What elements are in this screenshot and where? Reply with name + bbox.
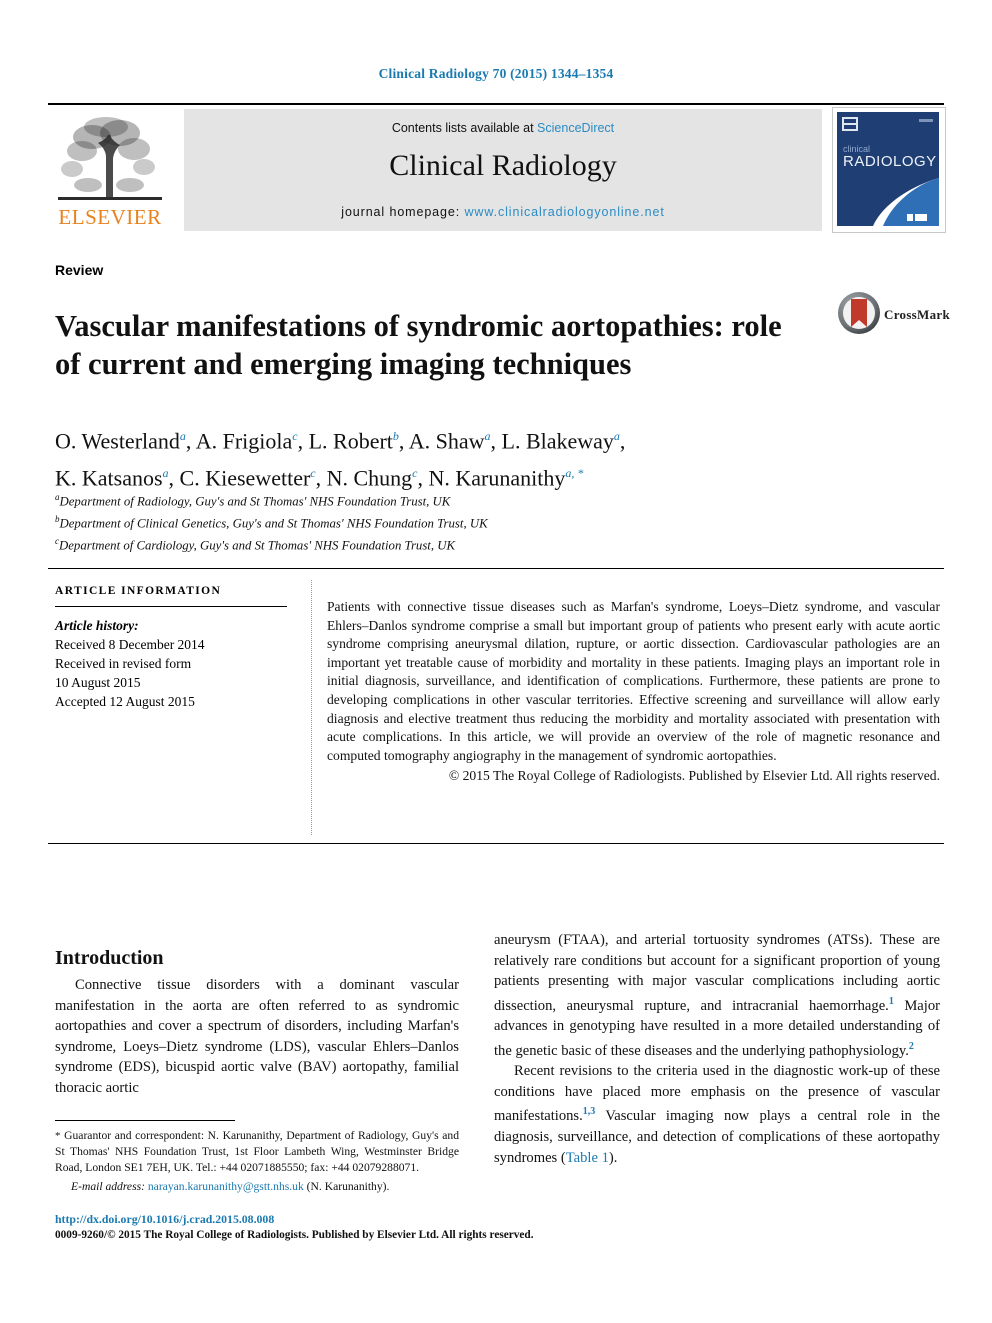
journal-cover-thumbnail: clinical RADIOLOGY xyxy=(832,107,946,233)
affiliation-text: Department of Clinical Genetics, Guy's a… xyxy=(59,516,488,531)
info-abstract-divider xyxy=(311,580,312,835)
doi-link[interactable]: http://dx.doi.org/10.1016/j.crad.2015.08… xyxy=(55,1212,655,1228)
author-affiliation-mark: a, * xyxy=(565,466,584,481)
masthead-top-rule xyxy=(48,103,944,105)
article-history-item: 10 August 2015 xyxy=(55,675,141,690)
page-title: Vascular manifestations of syndromic aor… xyxy=(55,309,782,382)
running-head: Clinical Radiology 70 (2015) 1344–1354 xyxy=(378,66,614,81)
crossmark-icon xyxy=(838,292,880,334)
contents-prefix: Contents lists available at xyxy=(391,121,538,135)
homepage-prefix: journal homepage: xyxy=(341,205,465,219)
email-note: E-mail address: narayan.karunanithy@gstt… xyxy=(55,1179,459,1194)
affiliation-list: aDepartment of Radiology, Guy's and St T… xyxy=(55,489,795,554)
abstract-body: Patients with connective tissue diseases… xyxy=(327,599,940,763)
contents-panel: Contents lists available at ScienceDirec… xyxy=(184,109,822,231)
article-information-heading: ARTICLE INFORMATION xyxy=(55,585,222,597)
citation-ref-1-3[interactable]: 1,3 xyxy=(583,1106,596,1117)
issn-copyright-line: 0009-9260/© 2015 The Royal College of Ra… xyxy=(55,1228,534,1241)
article-history-item: Received in revised form xyxy=(55,656,192,671)
author-name: L. Blakeway xyxy=(501,428,614,454)
author-name: C. Kiesewetter xyxy=(179,465,311,491)
info-band-top-rule xyxy=(48,568,944,569)
article-history-item: Received 8 December 2014 xyxy=(55,637,205,652)
email-link[interactable]: narayan.karunanithy@gstt.nhs.uk xyxy=(148,1180,304,1193)
affiliation-item: bDepartment of Clinical Genetics, Guy's … xyxy=(55,511,795,533)
article-information-column: ARTICLE INFORMATION Article history: Rec… xyxy=(55,585,295,711)
author-name: L. Robert xyxy=(308,428,393,454)
author-affiliation-mark: c xyxy=(310,466,316,481)
crossmark-label: CrossMark xyxy=(884,307,951,322)
author-list: O. Westerlanda, A. Frigiolac, L. Robertb… xyxy=(55,428,626,491)
journal-homepage-line: journal homepage: www.clinicalradiologyo… xyxy=(184,205,822,219)
elsevier-logo: ELSEVIER xyxy=(48,109,172,231)
author-name: A. Frigiola xyxy=(195,428,293,454)
contents-available-line: Contents lists available at ScienceDirec… xyxy=(184,121,822,135)
journal-title: Clinical Radiology xyxy=(389,149,617,182)
journal-masthead: ELSEVIER Contents lists available at Sci… xyxy=(48,103,946,233)
author-name: A. Shaw xyxy=(408,428,485,454)
article-type-label: Review xyxy=(55,262,104,278)
author-name: O. Westerland xyxy=(55,428,180,454)
intro-paragraph-2: Recent revisions to the criteria used in… xyxy=(494,1061,940,1168)
author-affiliation-mark: a xyxy=(613,429,620,443)
journal-article-page: Clinical Radiology 70 (2015) 1344–1354 E… xyxy=(0,0,992,1323)
citation-ref-2[interactable]: 2 xyxy=(909,1041,914,1052)
email-suffix: (N. Karunanithy). xyxy=(303,1180,390,1194)
author-affiliation-mark: c xyxy=(292,429,298,443)
article-history-item: Accepted 12 August 2015 xyxy=(55,694,195,709)
author-affiliation-mark: c xyxy=(412,466,418,481)
affiliation-text: Department of Cardiology, Guy's and St T… xyxy=(59,537,456,552)
author-name: N. Chung xyxy=(326,465,413,491)
footnote-block: * Guarantor and correspondent: N. Karuna… xyxy=(55,1128,459,1195)
article-history-items: Received 8 December 2014 Received in revi… xyxy=(55,635,295,711)
affiliation-item: aDepartment of Radiology, Guy's and St T… xyxy=(55,489,795,511)
doi-block: http://dx.doi.org/10.1016/j.crad.2015.08… xyxy=(55,1212,655,1243)
email-label: E-mail address: xyxy=(71,1180,145,1194)
affiliation-text: Department of Radiology, Guy's and St Th… xyxy=(59,494,451,509)
author-affiliation-mark: b xyxy=(392,429,399,443)
author-affiliation-mark: a xyxy=(162,466,169,481)
intro-paragraph-1: aneurysm (FTAA), and arterial tortuosity… xyxy=(494,930,940,1061)
article-information-rule xyxy=(55,606,287,607)
affiliation-item: cDepartment of Cardiology, Guy's and St … xyxy=(55,533,795,555)
correspondence-note: * Guarantor and correspondent: N. Karuna… xyxy=(55,1128,459,1175)
elsevier-tree-icon xyxy=(54,113,166,205)
crossmark-badge[interactable]: CrossMark xyxy=(836,290,950,340)
section-heading-introduction: Introduction xyxy=(55,946,164,969)
footnote-rule xyxy=(55,1120,235,1121)
info-band-bottom-rule xyxy=(48,843,944,844)
article-history-label: Article history: xyxy=(55,618,139,633)
svg-text:RADIOLOGY: RADIOLOGY xyxy=(843,153,937,170)
author-name: K. Katsanos xyxy=(55,465,163,491)
author-name: N. Karunanithy xyxy=(428,465,566,491)
intro-column-right: aneurysm (FTAA), and arterial tortuosity… xyxy=(494,930,940,1168)
author-affiliation-mark: a xyxy=(179,429,186,443)
intro-column-left: Connective tissue disorders with a domin… xyxy=(55,977,459,1096)
abstract-copyright: © 2015 The Royal College of Radiologists… xyxy=(448,768,940,784)
sciencedirect-link[interactable]: ScienceDirect xyxy=(537,121,614,135)
journal-homepage-link[interactable]: www.clinicalradiologyonline.net xyxy=(465,205,665,219)
table-1-link[interactable]: Table 1 xyxy=(566,1150,609,1166)
abstract: Patients with connective tissue diseases… xyxy=(327,598,940,786)
author-affiliation-mark: a xyxy=(484,429,491,443)
intro-p2-text-c: ). xyxy=(608,1149,618,1166)
correspondence-text: Guarantor and correspondent: N. Karunani… xyxy=(55,1129,459,1174)
intro-p1-text-a: aneurysm (FTAA), and arterial tortuosity… xyxy=(494,932,940,1014)
elsevier-wordmark: ELSEVIER xyxy=(58,205,162,229)
